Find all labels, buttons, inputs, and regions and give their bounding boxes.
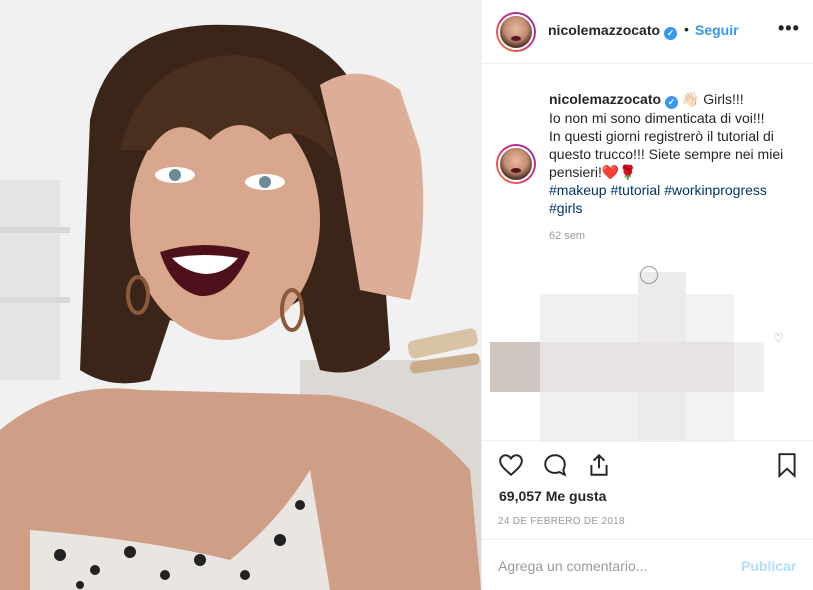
separator-dot: • — [684, 21, 689, 37]
bookmark-icon[interactable] — [774, 452, 800, 478]
post-header: nicolemazzocato ✓ • Seguir ••• — [482, 0, 813, 64]
comment-input[interactable] — [498, 556, 728, 576]
comment-icon[interactable] — [542, 452, 568, 478]
verified-badge-icon: ✓ — [665, 96, 679, 109]
blurred-comments — [482, 264, 813, 444]
hashtag-makeup[interactable]: #makeup — [549, 182, 607, 198]
hashtag-tutorial[interactable]: #tutorial — [610, 182, 660, 198]
caption-timestamp[interactable]: 62 sem — [549, 230, 585, 242]
publish-button[interactable]: Publicar — [741, 558, 796, 574]
caption-username[interactable]: nicolemazzocato ✓ — [549, 91, 679, 109]
caption-line-3: In questi giorni registrerò il tutorial … — [549, 128, 784, 180]
caption-line-2: Io non mi sono dimenticata di voi!!! — [549, 110, 765, 126]
username-text[interactable]: nicolemazzocato — [548, 22, 660, 38]
caption-avatar[interactable] — [496, 144, 536, 184]
hashtag-workinprogress[interactable]: #workinprogress — [664, 182, 767, 198]
post-panel: nicolemazzocato ✓ • Seguir ••• nicolemazz… — [481, 0, 813, 590]
comment-bar: Publicar — [482, 539, 813, 590]
caption-line-1: 👋🏻 Girls!!! — [681, 91, 744, 107]
caption-username-text[interactable]: nicolemazzocato — [549, 91, 661, 107]
hashtag-girls[interactable]: #girls — [549, 200, 582, 216]
post-date[interactable]: 24 DE FEBRERO DE 2018 — [498, 516, 625, 527]
post-photo[interactable] — [0, 0, 481, 590]
caption-text: nicolemazzocato ✓ 👋🏻 Girls!!! Io non mi s… — [549, 90, 809, 217]
action-bar — [482, 440, 813, 490]
more-options-icon[interactable]: ••• — [778, 18, 800, 39]
avatar[interactable] — [496, 12, 536, 52]
verified-badge-icon: ✓ — [664, 27, 678, 40]
follow-button[interactable]: Seguir — [695, 22, 739, 38]
hashtag-list: #makeup #tutorial #workinprogress #girls — [549, 182, 767, 216]
selfie-image — [0, 0, 481, 590]
likes-count[interactable]: 69,057 Me gusta — [499, 488, 606, 504]
comment-like-heart-icon[interactable]: ♡ — [773, 331, 784, 345]
username-link[interactable]: nicolemazzocato ✓ — [548, 22, 678, 40]
heart-icon[interactable] — [498, 452, 524, 478]
share-icon[interactable] — [586, 452, 612, 478]
